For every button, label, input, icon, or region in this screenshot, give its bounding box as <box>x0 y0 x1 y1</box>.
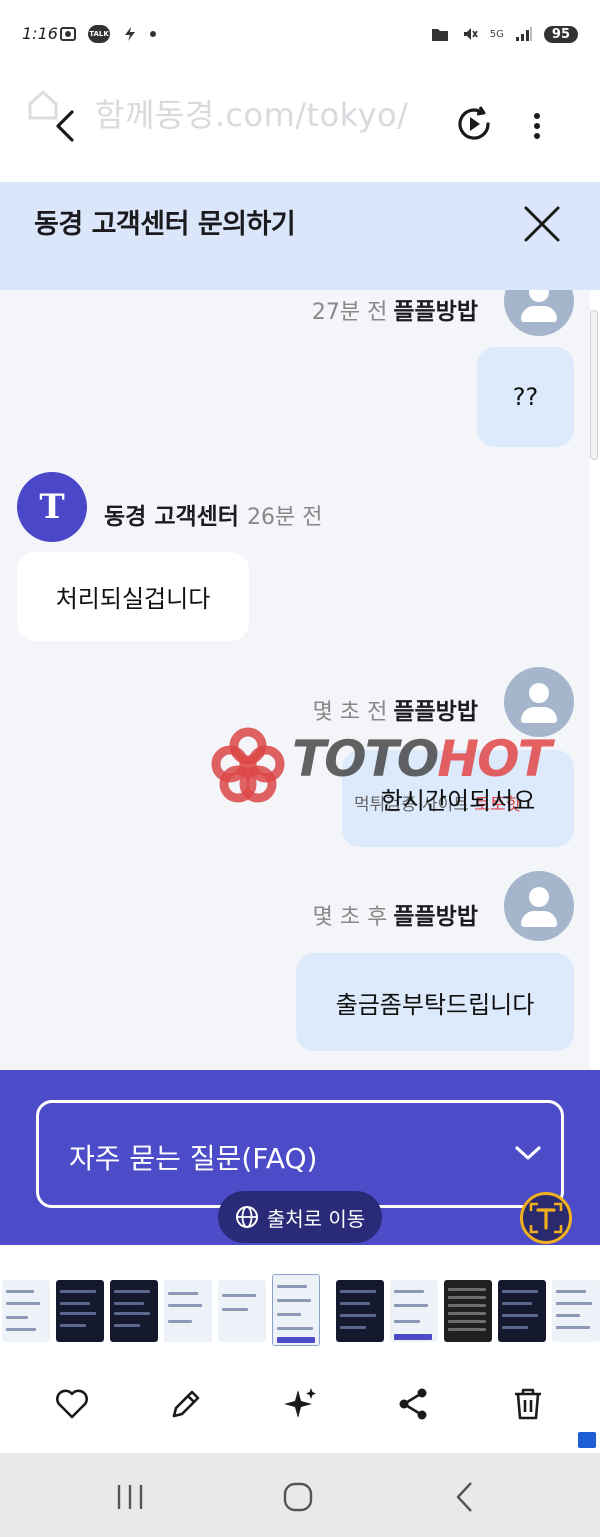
upload-badge <box>578 1432 596 1448</box>
gallery-action-bar <box>0 1362 600 1452</box>
thumbnail[interactable] <box>110 1280 158 1342</box>
back-nav-icon <box>456 1482 472 1512</box>
message-meta: 27분 전 플플방밥 <box>312 292 478 326</box>
thumbnail[interactable] <box>336 1280 384 1342</box>
system-navigation-bar <box>0 1453 600 1537</box>
message-text: 한시간이되서요 <box>380 787 536 815</box>
thumbnail[interactable] <box>444 1280 492 1342</box>
edit-button[interactable] <box>166 1384 206 1424</box>
gallery-thumbnail-strip[interactable] <box>0 1272 600 1352</box>
message-time: 26분 전 <box>246 505 323 530</box>
agent-avatar-letter: T <box>39 487 65 527</box>
thumbnail[interactable] <box>498 1280 546 1342</box>
status-notification-icons: TALK <box>58 24 156 44</box>
faq-section: 자주 묻는 질문(FAQ) 출처로 이동 <box>0 1070 600 1245</box>
favorite-button[interactable] <box>52 1384 92 1424</box>
talk-icon: TALK <box>88 25 110 43</box>
folder-icon <box>430 24 450 44</box>
back-icon <box>56 110 74 142</box>
signal-icon <box>514 24 534 44</box>
chevron-down-icon <box>515 1146 541 1160</box>
thumbnail[interactable] <box>552 1280 600 1342</box>
bolt-icon <box>120 24 140 44</box>
sender-name: 동경 고객센터 <box>104 504 239 530</box>
message-bubble-outgoing: ?? <box>477 347 574 447</box>
kebab-icon <box>534 113 540 139</box>
thumbnail[interactable] <box>390 1280 438 1342</box>
message-meta: 동경 고객센터 26분 전 <box>104 497 322 531</box>
panel-title: 동경 고객센터 문의하기 <box>34 209 296 240</box>
message-meta: 몇 초 전 플플방밥 <box>313 692 478 726</box>
message-time: 27분 전 <box>311 300 388 325</box>
status-time: 1:16 <box>22 24 58 43</box>
message-text: 출금좀부탁드립니다 <box>335 990 535 1019</box>
heart-icon <box>56 1389 88 1419</box>
battery-indicator: 95 <box>543 25 578 43</box>
more-dot-icon <box>150 31 156 37</box>
avatar <box>504 290 574 336</box>
recents-nav-button[interactable] <box>110 1477 150 1517</box>
lens-icon <box>529 1202 563 1234</box>
delete-button[interactable] <box>508 1384 548 1424</box>
sender-name: 플플방밥 <box>393 904 478 930</box>
more-options-button[interactable] <box>522 106 552 146</box>
share-button[interactable] <box>394 1384 434 1424</box>
status-bar: 1:16 TALK 5G 95 <box>0 0 600 72</box>
mute-icon <box>460 24 480 44</box>
browser-toolbar: 함께동경.com/tokyo/ <box>0 72 600 182</box>
avatar <box>504 667 574 737</box>
close-icon <box>524 206 560 242</box>
network-label: 5G <box>489 28 504 40</box>
play-icon <box>458 106 490 140</box>
ai-enhance-button[interactable] <box>280 1384 320 1424</box>
thumbnail-selected[interactable] <box>272 1274 320 1346</box>
share-icon <box>399 1388 427 1420</box>
recents-icon <box>117 1485 143 1509</box>
status-system-icons: 5G 95 <box>430 24 578 44</box>
thumbnail[interactable] <box>164 1280 212 1342</box>
thumbnail[interactable] <box>56 1280 104 1342</box>
thumbnail[interactable] <box>2 1280 50 1342</box>
trash-icon <box>515 1388 541 1420</box>
screenshot-icon <box>58 24 78 44</box>
back-button[interactable] <box>46 106 86 146</box>
message-text: 처리되실겁니다 <box>55 585 211 613</box>
pencil-icon <box>172 1390 200 1418</box>
url-bar-ghost: 함께동경.com/tokyo/ <box>95 96 409 134</box>
message-time: 몇 초 전 <box>312 700 388 725</box>
faq-label: 자주 묻는 질문(FAQ) <box>69 1142 318 1175</box>
close-button[interactable] <box>520 202 564 246</box>
go-to-source-button[interactable]: 출처로 이동 <box>218 1191 382 1243</box>
sparkle-icon <box>284 1388 316 1418</box>
home-nav-button[interactable] <box>278 1477 318 1517</box>
message-bubble-incoming: 처리되실겁니다 <box>17 552 249 641</box>
message-bubble-outgoing: 출금좀부탁드립니다 <box>296 953 574 1051</box>
media-play-button[interactable] <box>454 104 494 144</box>
thumbnail[interactable] <box>218 1280 266 1342</box>
chat-scrollbar-thumb[interactable] <box>590 310 598 460</box>
go-to-source-label: 출처로 이동 <box>266 1206 366 1231</box>
globe-icon <box>235 1206 258 1228</box>
avatar <box>504 871 574 941</box>
back-nav-button[interactable] <box>446 1477 486 1517</box>
sender-name: 플플방밥 <box>393 699 478 725</box>
message-meta: 몇 초 후 플플방밥 <box>313 897 478 931</box>
sender-name: 플플방밥 <box>393 299 478 325</box>
message-text: ?? <box>512 383 539 411</box>
chat-message-list[interactable]: 27분 전 플플방밥 ?? T 동경 고객센터 26분 전 처리되실겁니다 몇 초 … <box>0 290 590 1070</box>
agent-avatar: T <box>17 472 87 542</box>
text-lens-button[interactable] <box>520 1192 572 1244</box>
chat-panel-header: 동경 고객센터 문의하기 <box>0 182 600 290</box>
message-time: 몇 초 후 <box>312 905 388 930</box>
message-bubble-outgoing: 먹튀검증 사이트 토토핫 한시간이되서요 <box>342 750 574 847</box>
home-nav-icon <box>283 1482 313 1512</box>
